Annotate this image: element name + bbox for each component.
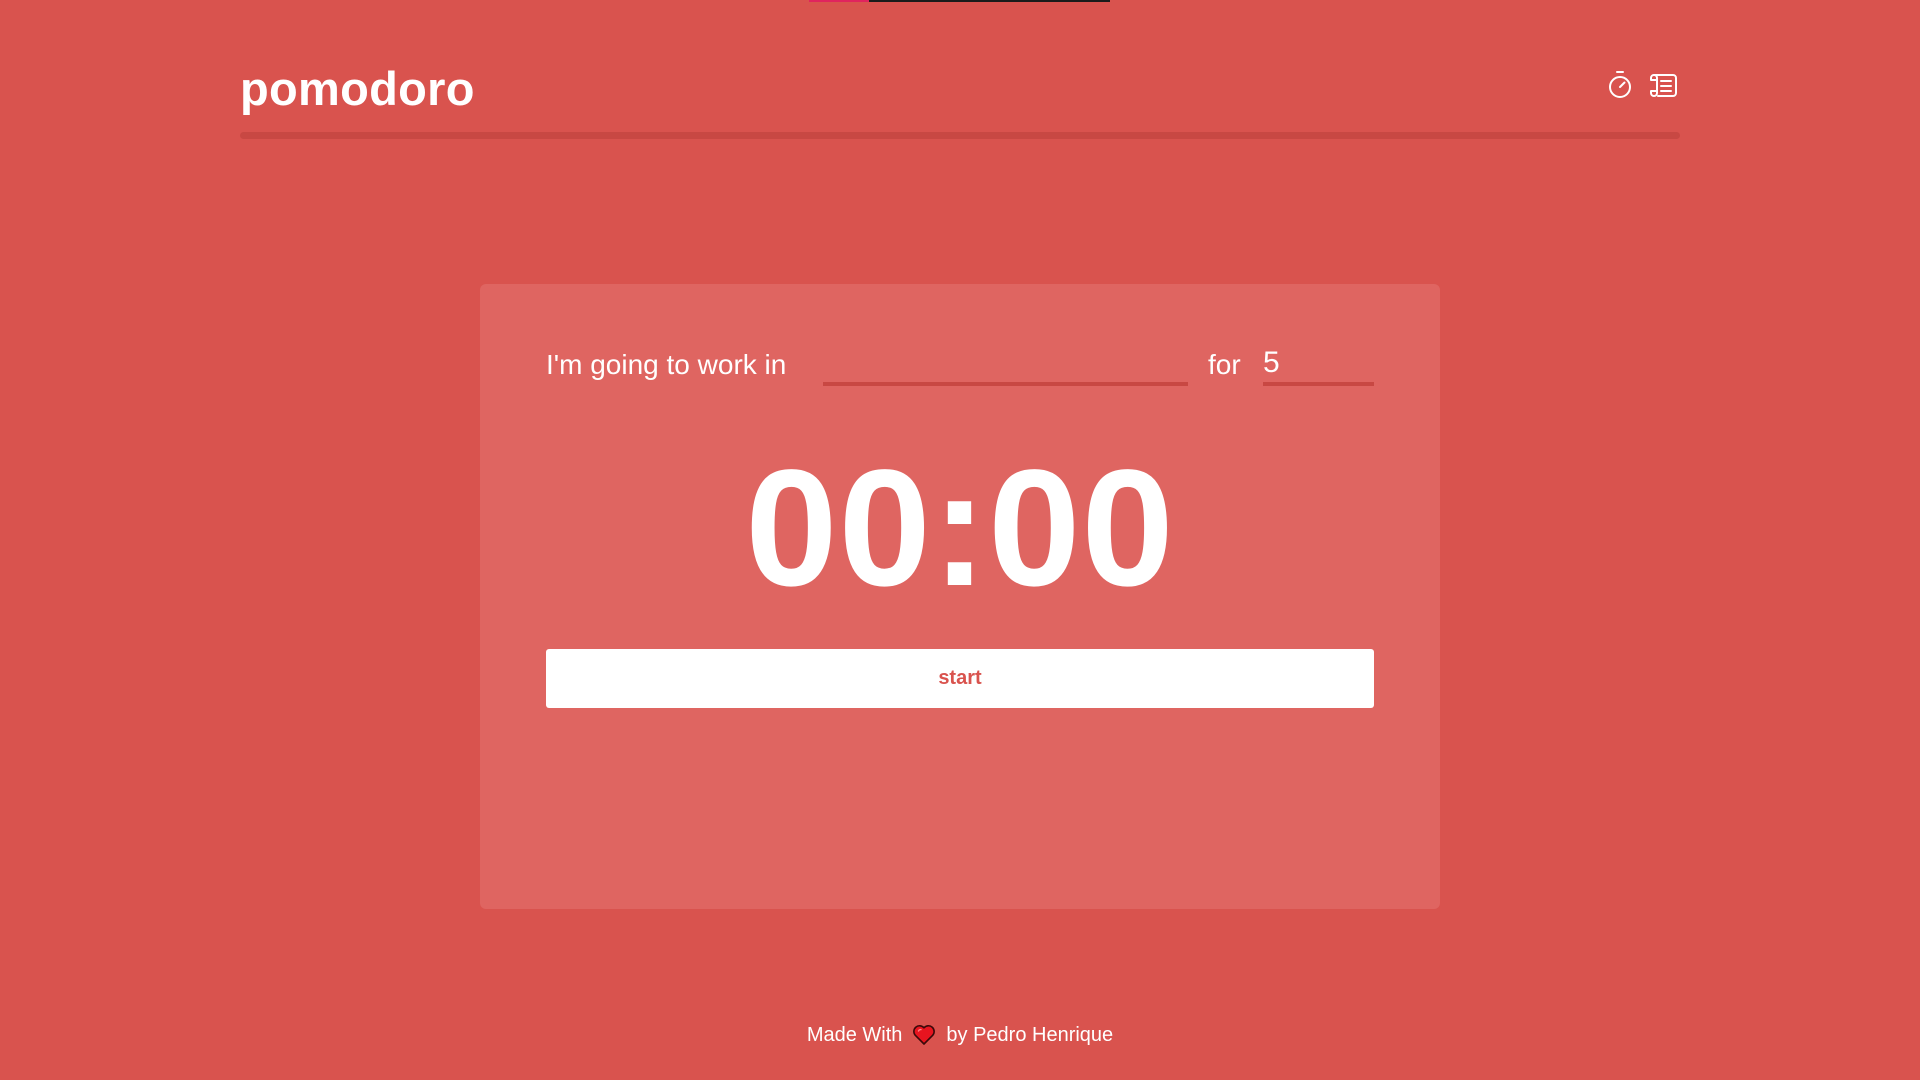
minutes-input[interactable] <box>1263 344 1374 386</box>
stopwatch-icon[interactable] <box>1604 69 1636 101</box>
task-row: I'm going to work in for <box>546 344 1374 396</box>
header-actions <box>1604 69 1680 101</box>
task-prompt-label: I'm going to work in <box>546 349 787 380</box>
for-label: for <box>1208 349 1241 380</box>
header-divider <box>240 132 1680 139</box>
task-input[interactable] <box>823 344 1188 386</box>
top-progress-fill <box>809 0 870 2</box>
footer-author: by Pedro Henrique <box>946 1024 1114 1046</box>
timer-display: 00:00 <box>745 436 1175 621</box>
history-scroll-icon[interactable] <box>1648 69 1680 101</box>
heart-icon <box>911 1023 937 1047</box>
start-button[interactable]: start <box>546 649 1374 708</box>
top-progress-indicator <box>809 0 1110 2</box>
footer: Made With by Pedro Henrique <box>0 1020 1920 1050</box>
footer-made-with: Made With <box>806 1024 903 1046</box>
pomodoro-card: I'm going to work in for 00:00 start <box>480 284 1440 909</box>
app-header: pomodoro <box>240 55 1680 140</box>
app-title: pomodoro <box>240 62 475 115</box>
